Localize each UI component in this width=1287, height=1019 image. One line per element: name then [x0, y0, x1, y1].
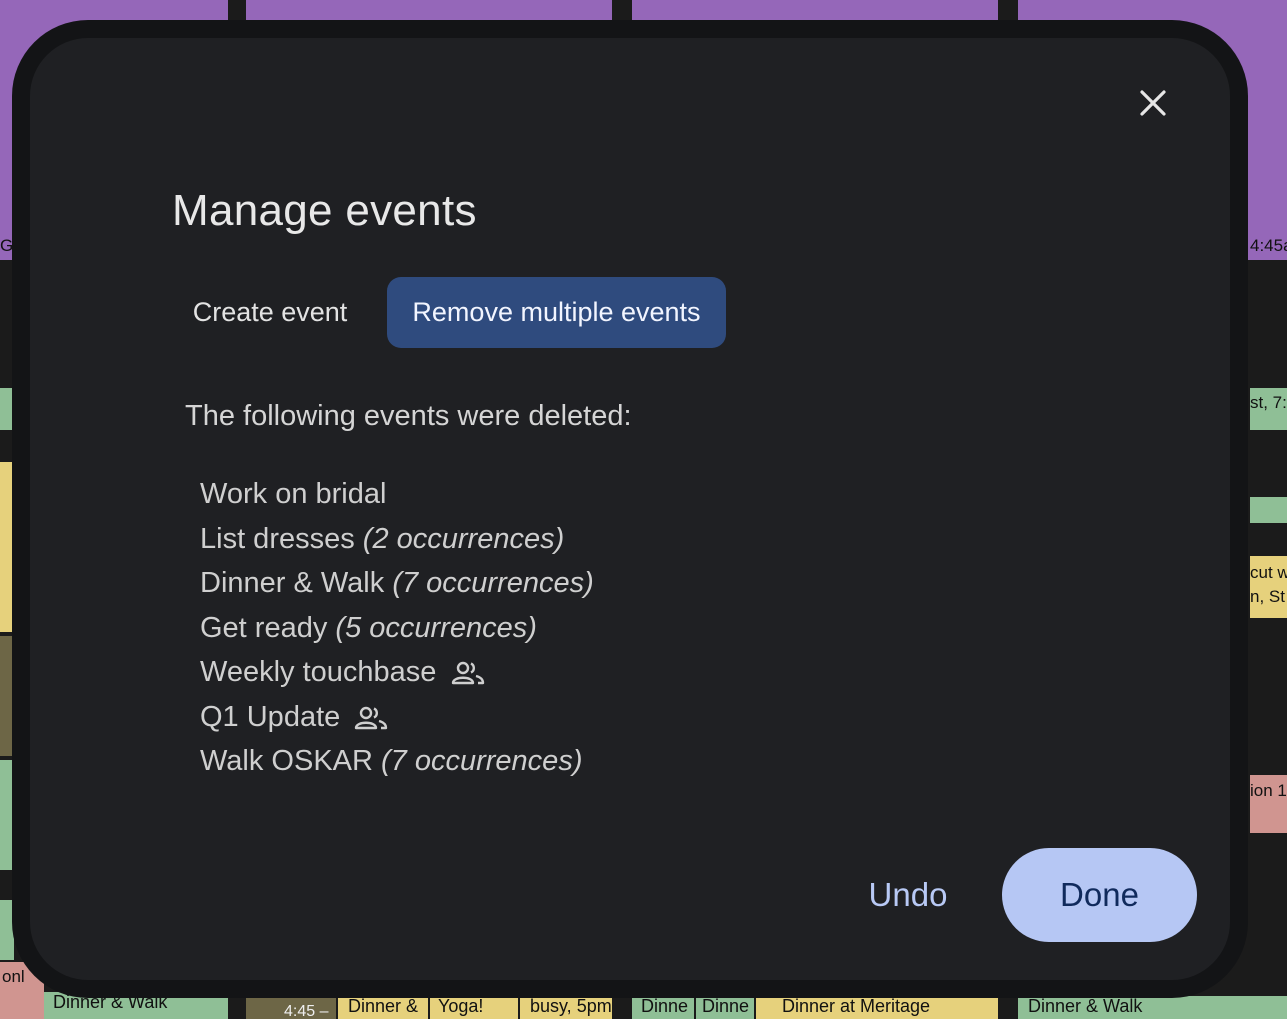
calendar-event-block	[0, 388, 14, 430]
tab-remove-multiple-events[interactable]: Remove multiple events	[387, 277, 726, 348]
event-occurrences: (7 occurrences)	[381, 745, 583, 777]
list-item: Walk OSKAR (7 occurrences)	[200, 739, 594, 784]
calendar-event-block	[0, 900, 14, 960]
calendar-event-block	[0, 462, 14, 632]
calendar-event-block: Dinner at Meritage	[756, 996, 998, 1019]
list-item: Get ready (5 occurrences)	[200, 606, 594, 651]
calendar-event-block	[0, 760, 14, 870]
calendar-fragment: onl	[2, 967, 25, 986]
calendar-fragment: st, 7:	[1250, 393, 1287, 412]
event-occurrences: (5 occurrences)	[335, 611, 537, 644]
list-item: Weekly touchbase	[200, 650, 594, 695]
list-item: Dinner & Walk (7 occurrences)	[200, 561, 594, 606]
list-item: List dresses (2 occurrences)	[200, 517, 594, 562]
calendar-event-block: Dinner & Walk	[44, 992, 228, 1019]
group-people-icon	[355, 706, 388, 730]
event-name: Q1 Update	[200, 700, 341, 733]
calendar-fragment: 4:45a	[1250, 236, 1287, 255]
close-button[interactable]	[1133, 83, 1173, 123]
calendar-event-block	[1250, 497, 1287, 523]
deleted-events-list: Work on bridal List dresses (2 occurrenc…	[200, 472, 594, 784]
deleted-events-label: The following events were deleted:	[185, 400, 632, 432]
tab-create-event[interactable]: Create event	[172, 277, 368, 348]
calendar-fragment: 4:45 –	[284, 1003, 329, 1019]
manage-events-dialog: Manage events Create event Remove multip…	[30, 38, 1230, 980]
calendar-event-block: Dinne	[696, 996, 754, 1019]
close-icon	[1140, 90, 1166, 116]
calendar-event-block: Yoga!	[430, 996, 518, 1019]
calendar-event-block: busy, 5pm	[520, 996, 612, 1019]
calendar-fragment: cut w	[1250, 563, 1287, 582]
event-name: Get ready	[200, 611, 328, 644]
list-item: Work on bridal	[200, 472, 594, 517]
calendar-event-block: Dinner &	[338, 996, 428, 1019]
list-item: Q1 Update	[200, 695, 594, 740]
calendar-fragment: ion 1	[1250, 781, 1287, 800]
calendar-event-block: Dinne	[632, 996, 694, 1019]
calendar-fragment: n, St	[1250, 587, 1285, 606]
event-name: Dinner & Walk	[200, 567, 385, 599]
calendar-event-block: Dinner & Walk	[1018, 996, 1287, 1019]
calendar-event-block	[0, 636, 14, 756]
event-name: Weekly touchbase	[200, 656, 437, 688]
calendar-fragment: Ge	[0, 236, 23, 255]
dialog-title: Manage events	[172, 186, 477, 235]
group-people-icon	[451, 662, 484, 685]
undo-button[interactable]: Undo	[848, 849, 968, 941]
event-name: Work on bridal	[200, 478, 387, 510]
event-name: Walk OSKAR	[200, 745, 373, 777]
done-button[interactable]: Done	[1002, 848, 1197, 942]
event-occurrences: (2 occurrences)	[362, 522, 565, 555]
event-occurrences: (7 occurrences)	[392, 567, 594, 599]
event-name: List dresses	[200, 522, 355, 555]
